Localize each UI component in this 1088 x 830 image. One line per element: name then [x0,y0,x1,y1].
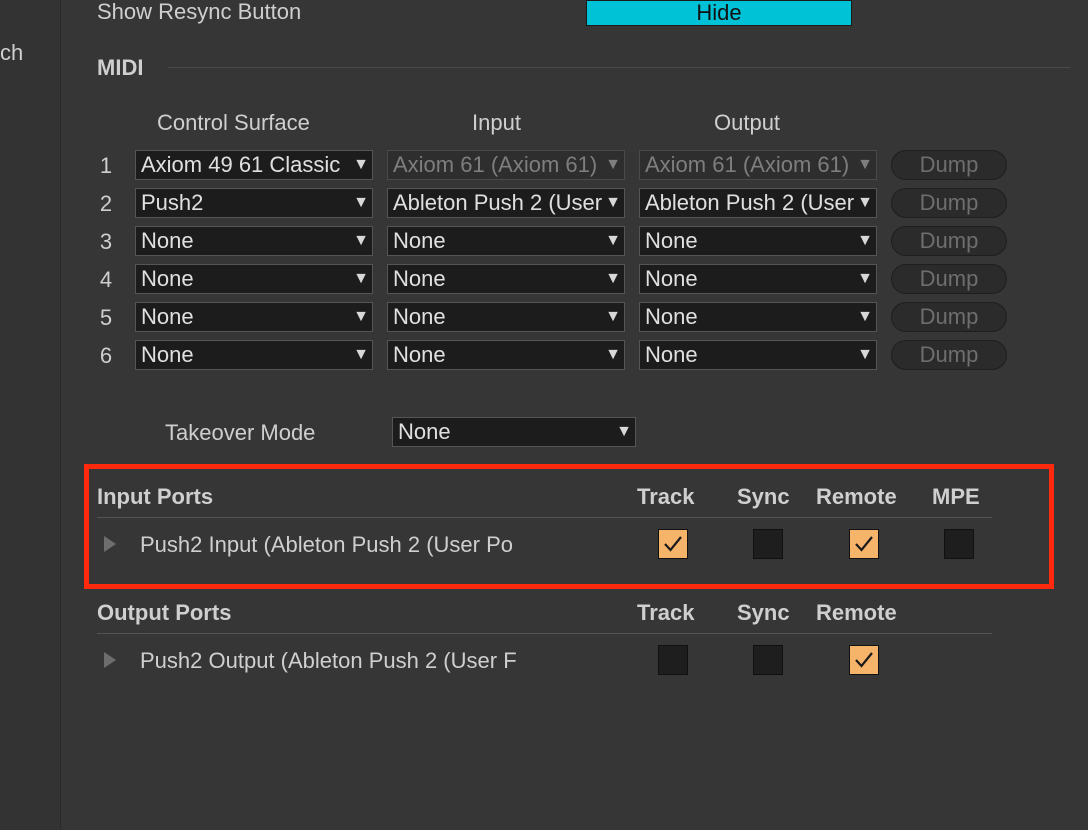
dropdown-arrow-icon: ▼ [353,194,369,211]
dropdown-arrow-icon: ▼ [857,346,873,363]
output-port-name: Push2 Output (Ableton Push 2 (User F [140,648,517,673]
dropdown-arrow-icon: ▼ [353,308,369,325]
output-dropdown[interactable]: None ▼ [639,340,877,370]
dump-button[interactable]: Dump [891,226,1007,256]
output-dropdown-value: None [645,266,698,291]
row-number: 3 [99,229,113,254]
output-dropdown[interactable]: None ▼ [639,264,877,294]
control-surface-dropdown[interactable]: None ▼ [135,302,373,332]
header-control-surface: Control Surface [157,110,310,135]
dropdown-arrow-icon: ▼ [857,232,873,249]
dropdown-arrow-icon: ▼ [605,156,621,173]
output-dropdown[interactable]: None ▼ [639,302,877,332]
input-dropdown-value: None [393,304,446,329]
control-surface-dropdown-value: Push2 [141,190,204,215]
dump-button[interactable]: Dump [891,188,1007,218]
output-col-sync: Sync [737,600,790,625]
midi-section-title: MIDI [97,55,144,80]
dropdown-arrow-icon: ▼ [857,194,873,211]
input-dropdown[interactable]: None ▼ [387,226,625,256]
header-input: Input [472,110,521,135]
control-surface-dropdown[interactable]: Axiom 49 61 Classic ▼ [135,150,373,180]
dropdown-arrow-icon: ▼ [605,194,621,211]
dump-button[interactable]: Dump [891,150,1007,180]
input-dropdown-value: None [393,228,446,253]
input-dropdown-value: None [393,342,446,367]
show-resync-label: Show Resync Button [97,0,302,24]
output-sync-checkbox[interactable] [753,645,783,675]
dropdown-arrow-icon: ▼ [616,423,632,440]
input-dropdown-value: Ableton Push 2 (User Port) [393,190,602,215]
input-ports-highlight-box [84,464,1054,589]
output-dropdown-value: Axiom 61 (Axiom 61) [645,152,850,177]
output-dropdown[interactable]: Ableton Push 2 (User Port)▼ [639,188,877,218]
row-number: 1 [99,153,113,178]
control-surface-dropdown[interactable]: Push2 ▼ [135,188,373,218]
sidebar-item-label[interactable]: ch [0,40,23,66]
control-surface-dropdown[interactable]: None ▼ [135,340,373,370]
control-surface-dropdown-value: None [141,304,194,329]
dropdown-arrow-icon: ▼ [857,308,873,325]
dump-button[interactable]: Dump [891,302,1007,332]
output-col-remote: Remote [816,600,897,625]
control-surface-dropdown[interactable]: None ▼ [135,226,373,256]
takeover-mode-dropdown[interactable]: None ▼ [392,417,636,447]
expand-triangle-icon[interactable] [104,652,116,668]
resync-hide-button[interactable]: Hide [586,0,852,26]
dump-button[interactable]: Dump [891,340,1007,370]
input-dropdown[interactable]: Ableton Push 2 (User Port)▼ [387,188,625,218]
control-surface-dropdown-value: Axiom 49 61 Classic [141,152,341,177]
dropdown-arrow-icon: ▼ [857,270,873,287]
control-surface-dropdown-value: None [141,228,194,253]
output-track-checkbox[interactable] [658,645,688,675]
input-dropdown[interactable]: None ▼ [387,264,625,294]
sidebar: ch [0,0,61,830]
control-surface-dropdown[interactable]: None ▼ [135,264,373,294]
dropdown-arrow-icon: ▼ [353,156,369,173]
midi-section-divider [168,67,1070,68]
output-remote-checkbox[interactable] [849,645,879,675]
output-dropdown-value: Ableton Push 2 (User Port) [645,190,854,215]
output-dropdown-value: None [645,304,698,329]
output-dropdown-value: None [645,228,698,253]
checkmark-icon [855,652,873,668]
row-number: 2 [99,191,113,216]
control-surface-dropdown-value: None [141,342,194,367]
input-dropdown-value: None [393,266,446,291]
dump-button[interactable]: Dump [891,264,1007,294]
takeover-mode-label: Takeover Mode [165,420,316,445]
input-dropdown-value: Axiom 61 (Axiom 61) [393,152,598,177]
output-col-track: Track [637,600,695,625]
row-number: 4 [99,267,113,292]
output-ports-divider [97,633,992,634]
takeover-mode-value: None [398,419,451,444]
input-dropdown[interactable]: None ▼ [387,302,625,332]
dropdown-arrow-icon: ▼ [353,232,369,249]
dropdown-arrow-icon: ▼ [605,270,621,287]
dropdown-arrow-icon: ▼ [605,346,621,363]
header-output: Output [714,110,781,135]
dropdown-arrow-icon: ▼ [353,346,369,363]
dropdown-arrow-icon: ▼ [353,270,369,287]
dropdown-arrow-icon: ▼ [605,308,621,325]
output-dropdown[interactable]: None ▼ [639,226,877,256]
output-dropdown-value: None [645,342,698,367]
input-dropdown[interactable]: None ▼ [387,340,625,370]
output-ports-title: Output Ports [97,600,232,625]
input-dropdown[interactable]: Axiom 61 (Axiom 61) ▼ [387,150,625,180]
dropdown-arrow-icon: ▼ [605,232,621,249]
output-dropdown[interactable]: Axiom 61 (Axiom 61) ▼ [639,150,877,180]
row-number: 5 [99,305,113,330]
dropdown-arrow-icon: ▼ [857,156,873,173]
row-number: 6 [99,343,113,368]
control-surface-dropdown-value: None [141,266,194,291]
